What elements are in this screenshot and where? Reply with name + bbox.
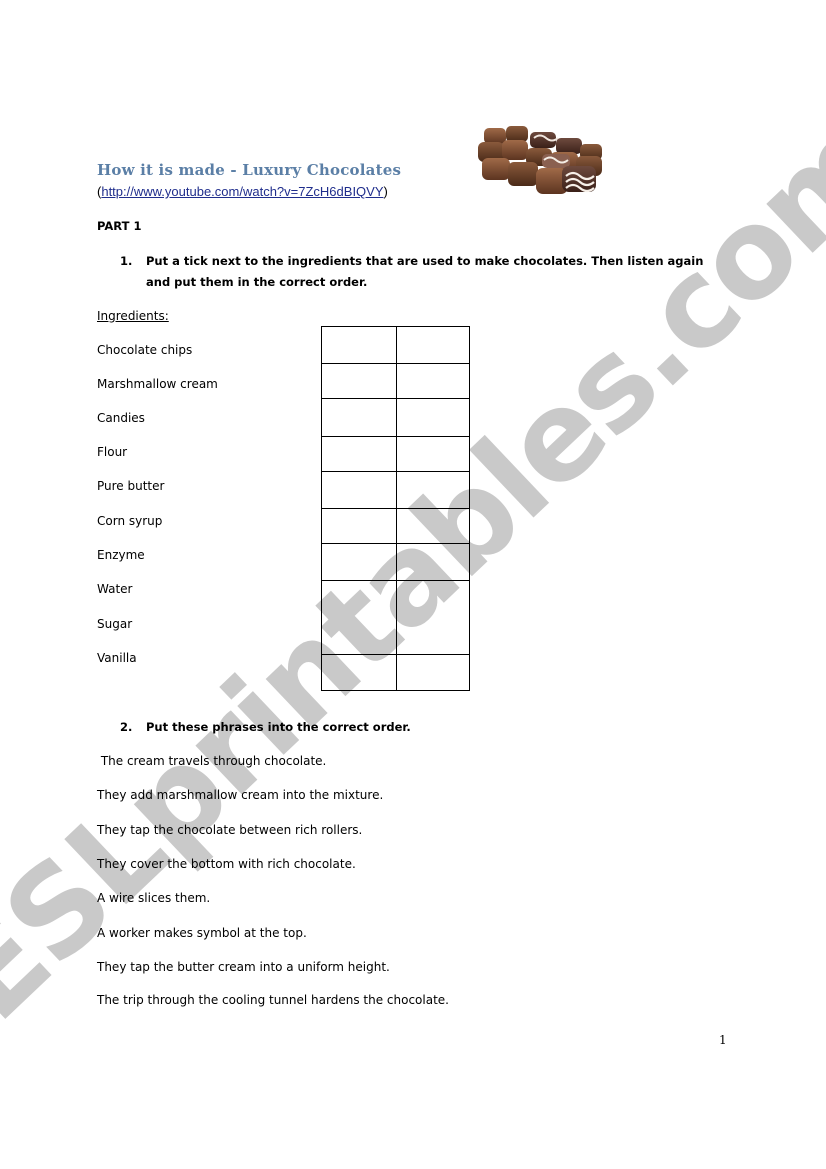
answer-row [321, 436, 470, 472]
ingredient-item: Candies [97, 411, 145, 425]
ingredient-item: Pure butter [97, 479, 165, 493]
video-link-line: (http://www.youtube.com/watch?v=7ZcH6dBI… [97, 184, 388, 199]
question-2-number: 2. [120, 720, 133, 734]
answer-row [321, 471, 470, 509]
tick-cell[interactable] [321, 654, 397, 691]
phrase-item: A wire slices them. [97, 891, 211, 905]
ingredient-item: Sugar [97, 617, 133, 631]
tick-cell[interactable] [321, 508, 397, 544]
ingredient-item: Water [97, 582, 133, 596]
answer-row [321, 326, 470, 364]
page-number: 1 [719, 1033, 727, 1047]
answer-row [321, 654, 470, 691]
answer-row [321, 580, 470, 655]
order-cell[interactable] [396, 508, 470, 544]
order-cell[interactable] [396, 580, 470, 655]
phrase-item: They add marshmallow cream into the mixt… [97, 788, 384, 802]
ingredient-item: Flour [97, 445, 128, 459]
order-cell[interactable] [396, 471, 470, 509]
question-1-number: 1. [120, 254, 133, 268]
ingredient-item: Enzyme [97, 548, 145, 562]
order-cell[interactable] [396, 543, 470, 581]
link-close-paren: ) [383, 184, 388, 199]
question-1-text: Put a tick next to the ingredients that … [146, 254, 704, 289]
phrase-item: They cover the bottom with rich chocolat… [97, 857, 356, 871]
question-2: 2. Put these phrases into the correct or… [120, 717, 520, 739]
tick-cell[interactable] [321, 543, 397, 581]
tick-cell[interactable] [321, 326, 397, 364]
worksheet-page: ESLprintables.com How it is made - Luxur… [0, 0, 826, 1169]
ingredient-item: Chocolate chips [97, 343, 193, 357]
ingredient-item: Vanilla [97, 651, 137, 665]
tick-cell[interactable] [321, 363, 397, 399]
answer-row [321, 508, 470, 544]
order-cell[interactable] [396, 398, 470, 437]
chocolates-illustration [472, 118, 606, 200]
tick-cell[interactable] [321, 436, 397, 472]
phrase-item: A worker makes symbol at the top. [97, 926, 307, 940]
part-heading: PART 1 [97, 219, 142, 233]
order-cell[interactable] [396, 326, 470, 364]
ingredients-label: Ingredients: [97, 309, 169, 323]
tick-cell[interactable] [321, 398, 397, 437]
worksheet-title: How it is made - Luxury Chocolates [97, 161, 402, 179]
question-2-text: Put these phrases into the correct order… [146, 720, 411, 734]
tick-cell[interactable] [321, 471, 397, 509]
phrase-item: They tap the butter cream into a uniform… [97, 960, 390, 974]
answer-row [321, 398, 470, 437]
ingredient-item: Marshmallow cream [97, 377, 218, 391]
question-1: 1. Put a tick next to the ingredients th… [120, 251, 730, 295]
phrase-item: They tap the chocolate between rich roll… [97, 823, 363, 837]
youtube-link[interactable]: http://www.youtube.com/watch?v=7ZcH6dBIQ… [101, 184, 383, 199]
chocolates-image [472, 118, 606, 200]
tick-cell[interactable] [321, 580, 397, 655]
answer-table [321, 326, 470, 691]
order-cell[interactable] [396, 363, 470, 399]
phrase-item: The trip through the cooling tunnel hard… [97, 993, 449, 1007]
order-cell[interactable] [396, 654, 470, 691]
answer-row [321, 363, 470, 399]
content-layer: How it is made - Luxury Chocolates (http… [0, 0, 826, 1169]
answer-row [321, 543, 470, 581]
order-cell[interactable] [396, 436, 470, 472]
phrase-item: The cream travels through chocolate. [97, 754, 327, 768]
ingredient-item: Corn syrup [97, 514, 163, 528]
